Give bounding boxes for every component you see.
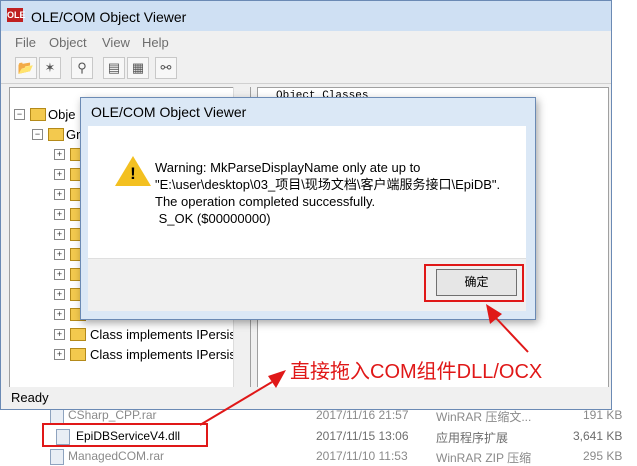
annotation-text: 直接拖入COM组件DLL/OCX	[290, 361, 543, 383]
annotation-arrows	[199, 304, 529, 426]
